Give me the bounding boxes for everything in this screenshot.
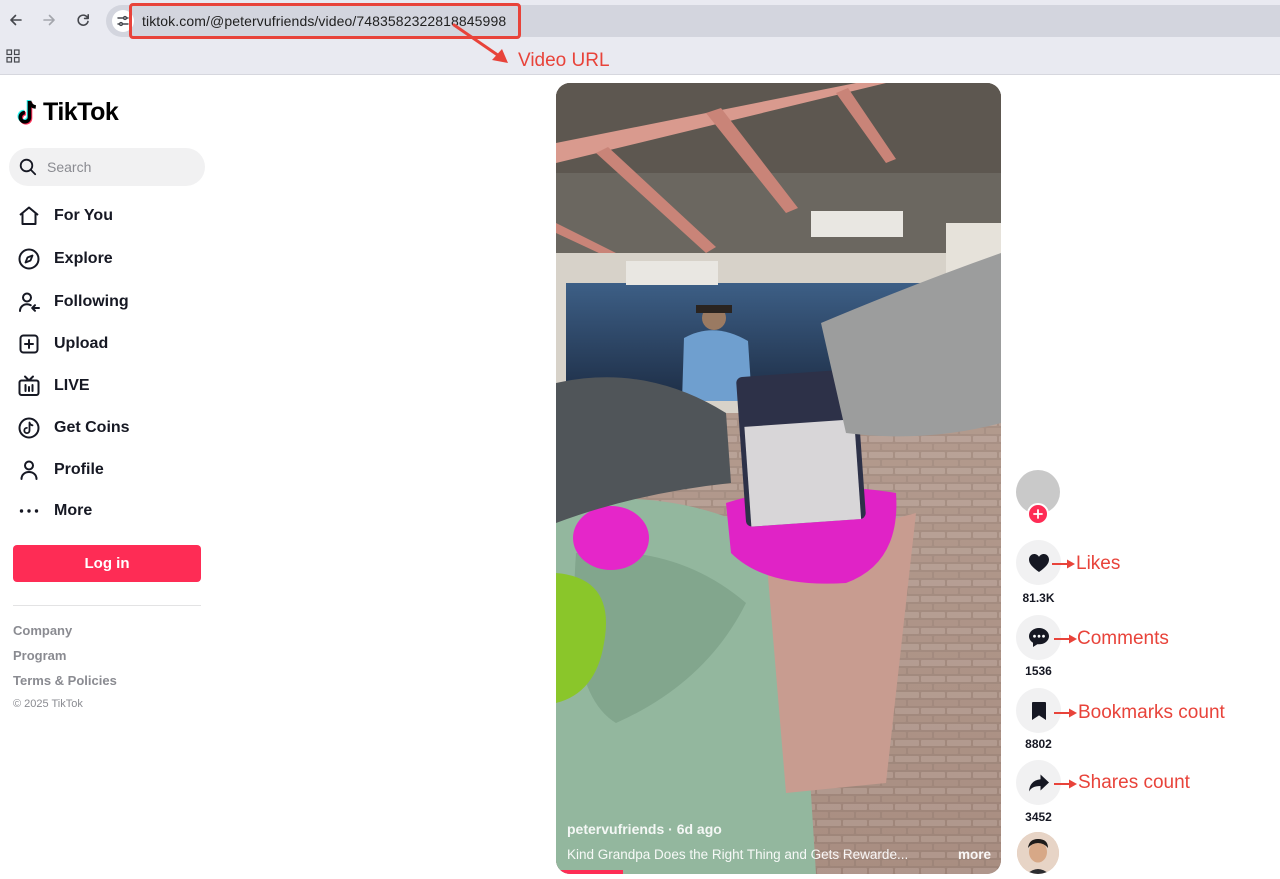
heart-icon <box>1028 553 1049 572</box>
search-placeholder: Search <box>47 159 92 175</box>
home-icon <box>18 206 39 225</box>
annotation-arrow-likes <box>1052 559 1075 569</box>
search-icon <box>19 158 37 176</box>
logo-wordmark: TikTok <box>43 98 119 126</box>
sidebar-item-label: Following <box>54 293 129 310</box>
more-link[interactable]: more <box>958 847 991 862</box>
annotation-arrow-bookmarks <box>1054 708 1077 718</box>
profile-icon <box>20 460 37 480</box>
plus-icon <box>1033 509 1043 519</box>
forward-button[interactable] <box>37 8 61 32</box>
sidebar-item-profile[interactable]: Profile <box>16 449 216 490</box>
login-button[interactable]: Log in <box>13 545 201 582</box>
sidebar-item-get-coins[interactable]: Get Coins <box>16 407 216 449</box>
sidebar-item-following[interactable]: Following <box>16 281 216 323</box>
footer-link-program[interactable]: Program <box>13 647 117 672</box>
tiktok-logo[interactable]: TikTok <box>16 98 119 127</box>
sidebar-item-label: LIVE <box>54 376 90 394</box>
annotation-arrow-comments <box>1054 634 1077 644</box>
footer-link-terms[interactable]: Terms & Policies <box>13 672 117 697</box>
comment-bubble-icon <box>1028 628 1049 647</box>
sidebar-item-label: For You <box>54 207 113 224</box>
arrow-left-icon <box>10 14 22 26</box>
sidebar-footer: Company Program Terms & Policies © 2025 … <box>13 622 117 710</box>
sidebar-menu: For You Explore Following Upload LIVE Ge… <box>16 195 216 532</box>
annotation-likes: Likes <box>1076 553 1121 574</box>
follow-button[interactable] <box>1027 503 1049 525</box>
sidebar-divider <box>13 605 201 606</box>
video-description: Kind Grandpa Does the Right Thing and Ge… <box>567 847 909 862</box>
annotation-arrow-url <box>452 23 508 63</box>
sidebar-item-label: Upload <box>54 334 109 352</box>
sidebar-item-explore[interactable]: Explore <box>16 237 216 281</box>
reload-icon <box>77 14 89 26</box>
annotation-video-url: Video URL <box>518 50 610 71</box>
tune-icon <box>117 15 129 27</box>
comments-count: 1536 <box>1025 664 1052 678</box>
apps-grid-icon[interactable] <box>6 49 20 63</box>
more-dots-icon <box>19 509 38 513</box>
share-arrow-icon <box>1028 774 1049 791</box>
sidebar-item-label: Explore <box>54 250 113 267</box>
sidebar-item-label: More <box>54 502 93 519</box>
following-icon <box>18 292 40 312</box>
annotation-bookmarks: Bookmarks count <box>1078 702 1225 723</box>
sidebar-item-label: Get Coins <box>54 419 130 436</box>
reload-button[interactable] <box>71 8 95 32</box>
back-button[interactable] <box>4 8 28 32</box>
coin-icon <box>18 417 39 439</box>
video-progress-bar[interactable] <box>556 870 623 874</box>
avatar-photo <box>1017 832 1059 874</box>
sidebar-item-more[interactable]: More <box>16 490 216 532</box>
likes-count: 81.3K <box>1022 591 1055 605</box>
shares-count: 3452 <box>1025 810 1052 824</box>
sidebar-item-label: Profile <box>54 460 104 478</box>
bookmark-icon <box>1031 701 1046 720</box>
copyright-text: © 2025 TikTok <box>13 698 83 710</box>
bookmarks-count: 8802 <box>1025 737 1052 751</box>
annotation-comments: Comments <box>1077 628 1169 649</box>
sidebar-item-upload[interactable]: Upload <box>16 323 216 364</box>
arrow-right-icon <box>43 14 55 26</box>
tiktok-note-icon <box>17 99 37 125</box>
video-player[interactable]: petervufriends · 6d ago Kind Grandpa Doe… <box>556 83 1001 874</box>
video-author-line[interactable]: petervufriends · 6d ago <box>567 821 991 837</box>
video-caption: petervufriends · 6d ago Kind Grandpa Doe… <box>567 821 991 862</box>
search-input[interactable]: Search <box>9 148 205 186</box>
sidebar-item-for-you[interactable]: For You <box>16 195 216 237</box>
video-frame <box>556 83 1001 874</box>
footer-link-company[interactable]: Company <box>13 622 117 647</box>
upload-icon <box>19 334 38 353</box>
music-avatar[interactable] <box>1017 832 1059 874</box>
sidebar-item-live[interactable]: LIVE <box>16 364 216 407</box>
live-tv-icon <box>18 375 39 396</box>
annotation-arrow-shares <box>1054 779 1077 789</box>
browser-toolbar: tiktok.com/@petervufriends/video/7483582… <box>0 0 1280 75</box>
compass-icon <box>18 248 39 270</box>
annotation-shares: Shares count <box>1078 772 1190 793</box>
